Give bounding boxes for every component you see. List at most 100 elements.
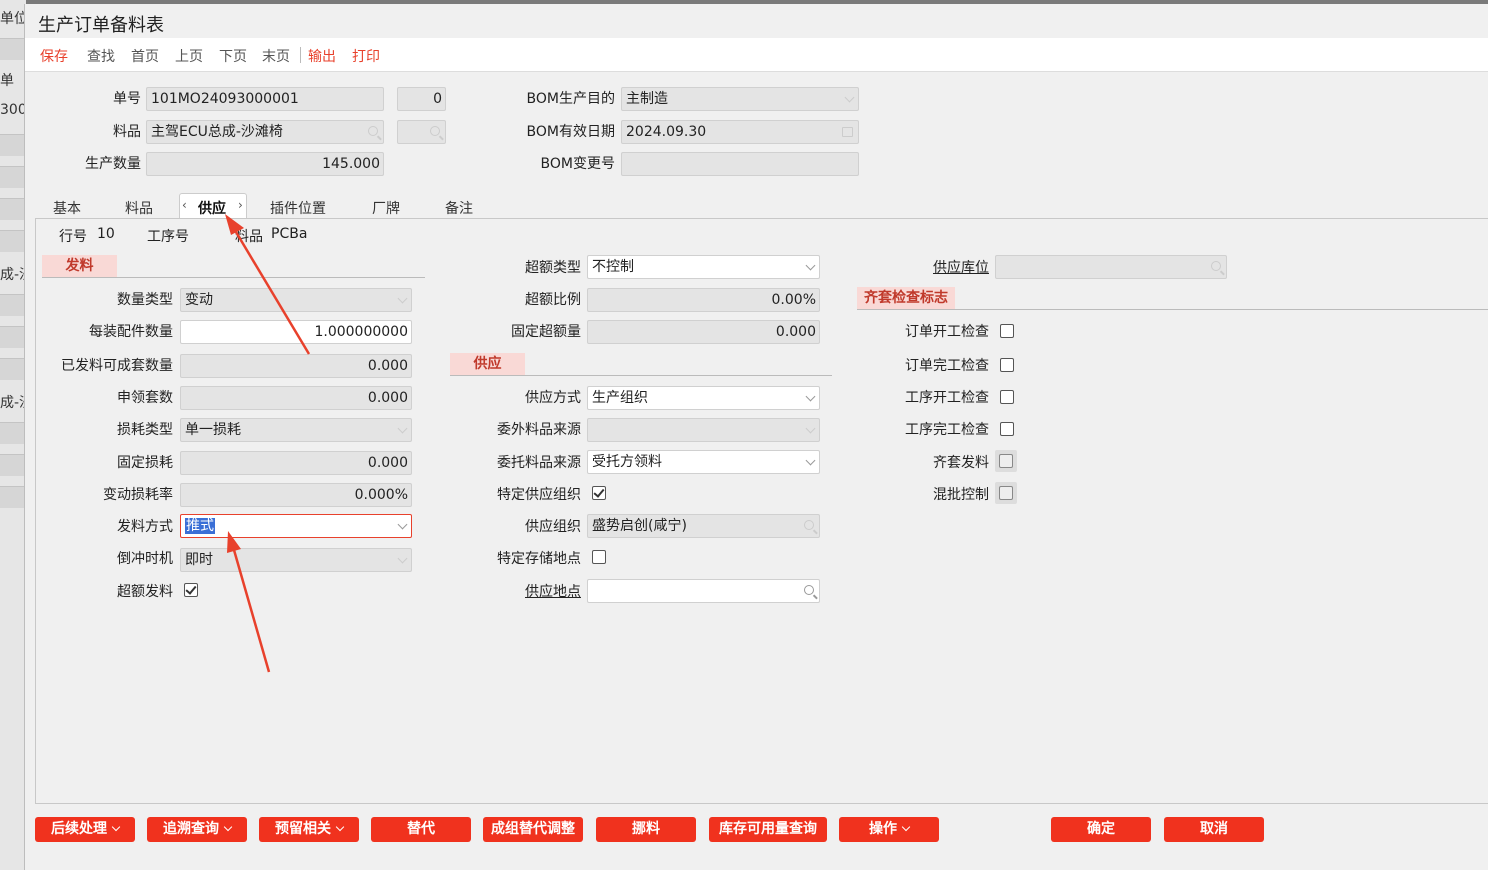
- issue-method-select[interactable]: 推式: [180, 514, 412, 538]
- bom-change-field[interactable]: [621, 152, 859, 176]
- tab-remark[interactable]: 备注: [445, 198, 473, 218]
- order-end-check-checkbox[interactable]: [1000, 358, 1014, 372]
- chevron-down-icon: [397, 553, 408, 564]
- bom-date-field[interactable]: 2024.09.30: [621, 120, 859, 144]
- bom-purpose-value: 主制造: [626, 91, 668, 107]
- tab-supply[interactable]: 供应: [198, 198, 226, 218]
- supply-method-value: 生产组织: [592, 390, 648, 406]
- consign-src-select[interactable]: 受托方领料: [587, 450, 820, 474]
- order-start-check-checkbox[interactable]: [1000, 324, 1014, 338]
- issued-sets-field[interactable]: 0.000: [180, 354, 412, 378]
- supply-location-label[interactable]: 供应地点: [455, 581, 581, 601]
- print-button[interactable]: 打印: [352, 46, 380, 66]
- loss-type-label: 损耗类型: [117, 422, 173, 438]
- specific-org-checkbox[interactable]: [592, 486, 606, 500]
- loss-type-select[interactable]: 单一损耗: [180, 418, 412, 442]
- supply-method-select[interactable]: 生产组织: [587, 386, 820, 410]
- chevron-down-icon: [397, 423, 408, 434]
- chevron-down-icon: [844, 92, 855, 103]
- fixed-loss-field[interactable]: 0.000: [180, 451, 412, 475]
- next-page-button[interactable]: 下页: [219, 46, 247, 66]
- bom-change-label: BOM变更号: [540, 156, 615, 172]
- over-fixed-label: 固定超额量: [511, 324, 581, 340]
- post-process-button[interactable]: 后续处理: [35, 817, 135, 842]
- qty-type-select[interactable]: 变动: [180, 288, 412, 312]
- order-seq-field[interactable]: 0: [397, 87, 446, 111]
- find-button[interactable]: 查找: [87, 46, 115, 66]
- background-text: 成-沙: [0, 267, 26, 283]
- issue-method-label: 发料方式: [117, 519, 173, 535]
- title-bar: 生产订单备料表: [25, 4, 1488, 38]
- prev-page-button[interactable]: 上页: [175, 46, 203, 66]
- operate-button[interactable]: 操作: [839, 817, 939, 842]
- consign-src-label: 委托料品来源: [497, 455, 581, 471]
- backflush-select[interactable]: 即时: [180, 548, 412, 572]
- tab-item[interactable]: 料品: [125, 198, 153, 218]
- search-icon[interactable]: [804, 520, 814, 530]
- chevron-right-icon[interactable]: ›: [238, 198, 243, 212]
- search-icon[interactable]: [368, 126, 378, 136]
- supply-bin-field[interactable]: [995, 255, 1227, 279]
- stock-query-button[interactable]: 库存可用量查询: [709, 817, 827, 842]
- ok-button[interactable]: 确定: [1051, 817, 1151, 842]
- req-sets-label: 申领套数: [117, 390, 173, 406]
- bom-date-value: 2024.09.30: [626, 124, 707, 140]
- qty-type-value: 变动: [185, 292, 213, 308]
- reserve-button[interactable]: 预留相关: [259, 817, 359, 842]
- window-title: 生产订单备料表: [38, 15, 164, 36]
- tab-basic[interactable]: 基本: [53, 198, 81, 218]
- cancel-button[interactable]: 取消: [1164, 817, 1264, 842]
- order-no-field[interactable]: 101MO24093000001: [146, 87, 384, 111]
- item-field[interactable]: 主驾ECU总成-沙滩椅: [146, 120, 384, 144]
- op-start-check-checkbox[interactable]: [1000, 390, 1014, 404]
- export-button[interactable]: 输出: [308, 46, 336, 66]
- group-substitute-button[interactable]: 成组替代调整: [483, 817, 583, 842]
- specific-loc-label: 特定存储地点: [497, 551, 581, 567]
- chevron-down-icon: [397, 519, 408, 530]
- supply-location-field[interactable]: [587, 579, 820, 603]
- bom-purpose-select[interactable]: 主制造: [621, 87, 859, 111]
- over-type-select[interactable]: 不控制: [587, 255, 820, 279]
- trace-query-button[interactable]: 追溯查询: [147, 817, 247, 842]
- kit-issue-checkbox[interactable]: [999, 454, 1013, 468]
- chevron-down-icon: [397, 293, 408, 304]
- op-label: 工序号: [147, 229, 189, 245]
- move-material-button[interactable]: 挪料: [596, 817, 696, 842]
- qty-field[interactable]: 145.000: [146, 152, 384, 176]
- over-fixed-field[interactable]: 0.000: [587, 320, 820, 344]
- search-icon[interactable]: [1211, 261, 1221, 271]
- search-icon[interactable]: [430, 126, 440, 136]
- first-page-button[interactable]: 首页: [131, 46, 159, 66]
- per-qty-input[interactable]: 1.000000000: [180, 320, 412, 344]
- supply-bin-label[interactable]: 供应库位: [865, 257, 989, 277]
- tab-brand[interactable]: 厂牌: [372, 198, 400, 218]
- substitute-button[interactable]: 替代: [371, 817, 471, 842]
- save-button[interactable]: 保存: [40, 46, 68, 66]
- operate-label: 操作: [869, 821, 897, 837]
- bom-date-label: BOM有效日期: [526, 124, 615, 140]
- last-page-button[interactable]: 末页: [262, 46, 290, 66]
- over-type-label: 超额类型: [525, 260, 581, 276]
- order-end-check-label: 订单完工检查: [905, 358, 989, 374]
- dialog-window: 生产订单备料表 保存 查找 首页 上页 下页 末页 输出 打印 单号 101MO…: [24, 4, 1488, 870]
- background-text: 300: [0, 102, 26, 118]
- issue-section-header: 发料: [42, 255, 117, 277]
- over-ratio-field[interactable]: 0.00%: [587, 288, 820, 312]
- supply-org-field[interactable]: 盛势启创(咸宁): [587, 514, 820, 538]
- search-icon[interactable]: [804, 585, 814, 595]
- op-end-check-checkbox[interactable]: [1000, 422, 1014, 436]
- lot-mix-checkbox[interactable]: [999, 486, 1013, 500]
- calendar-icon[interactable]: [842, 127, 853, 137]
- over-issue-checkbox[interactable]: [184, 583, 198, 597]
- req-sets-field[interactable]: 0.000: [180, 386, 412, 410]
- item-extra-field[interactable]: [397, 120, 446, 144]
- var-loss-field[interactable]: 0.000%: [180, 483, 412, 507]
- line-value: 10: [97, 226, 115, 242]
- specific-loc-checkbox[interactable]: [592, 550, 606, 564]
- chevron-left-icon[interactable]: ‹: [182, 198, 187, 212]
- over-ratio-label: 超额比例: [525, 292, 581, 308]
- outsource-src-select[interactable]: [587, 418, 820, 442]
- tab-plugin[interactable]: 插件位置: [270, 198, 326, 218]
- backflush-label: 倒冲时机: [117, 551, 173, 567]
- op-end-check-label: 工序完工检查: [905, 422, 989, 438]
